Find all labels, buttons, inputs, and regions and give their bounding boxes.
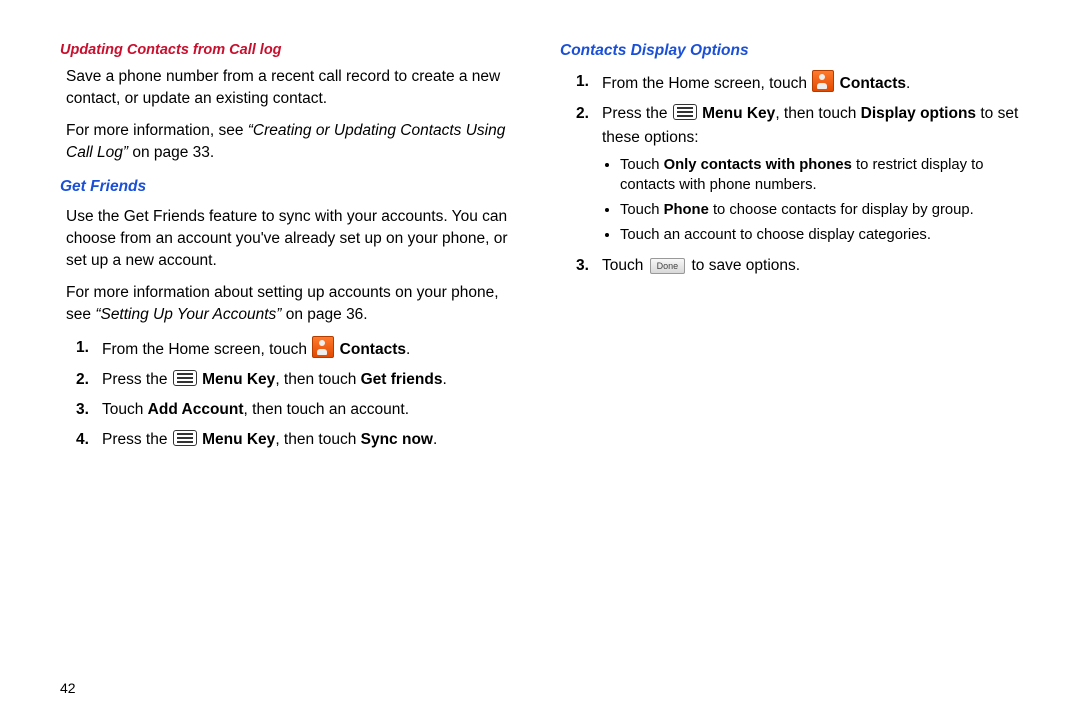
menu-key-label: Menu Key [202,431,275,448]
step: Press the Menu Key, then touch Display o… [576,102,1020,150]
add-account-label: Add Account [148,401,244,418]
phone-label: Phone [664,202,709,218]
text: to save options. [687,257,800,274]
done-button-icon: Done [650,258,686,274]
text: Touch [620,157,664,173]
text: . [406,341,410,358]
text: , then touch an account. [244,401,409,418]
page-number: 42 [60,680,76,696]
contacts-icon [812,70,834,92]
left-column: Updating Contacts from Call log Save a p… [60,42,520,700]
menu-key-icon [173,370,197,386]
para-getfriends-intro: Use the Get Friends feature to sync with… [66,206,520,272]
text: . [906,75,910,92]
text: For more information, see [66,122,248,139]
para-update-intro: Save a phone number from a recent call r… [66,66,520,110]
display-option-bullets: Touch Only contacts with phones to restr… [602,156,1020,246]
bullet: Touch Only contacts with phones to restr… [620,156,1020,196]
text: on page 36. [281,306,367,323]
para-update-ref: For more information, see “Creating or U… [66,120,520,164]
sync-now-label: Sync now [361,431,433,448]
text: Touch [102,401,148,418]
contacts-label: Contacts [340,341,406,358]
text: . [433,431,437,448]
text: Touch [602,257,648,274]
text: , then touch [775,105,860,122]
text: . [442,371,446,388]
contacts-label: Contacts [840,75,906,92]
step: Touch Add Account, then touch an account… [76,398,520,422]
contacts-icon [312,336,334,358]
get-friends-label: Get friends [361,371,443,388]
steps-get-friends: From the Home screen, touch Contacts. Pr… [76,336,520,452]
heading-updating-contacts: Updating Contacts from Call log [60,42,520,58]
step: From the Home screen, touch Contacts. [76,336,520,362]
menu-key-label: Menu Key [702,105,775,122]
text: From the Home screen, touch [602,75,811,92]
bullet: Touch an account to choose display categ… [620,226,1020,246]
only-contacts-phones-label: Only contacts with phones [664,157,852,173]
text: to choose contacts for display by group. [709,202,974,218]
text: Press the [102,431,172,448]
text: Press the [602,105,672,122]
text: , then touch [275,431,360,448]
step: Touch Done to save options. [576,254,1020,278]
ref-link-accounts: “Setting Up Your Accounts” [95,306,281,323]
bullet: Touch Phone to choose contacts for displ… [620,201,1020,221]
steps-display-options-cont: Touch Done to save options. [576,254,1020,278]
text: Touch an account to choose display categ… [620,227,931,243]
para-getfriends-ref: For more information about setting up ac… [66,282,520,326]
step: Press the Menu Key, then touch Get frien… [76,368,520,392]
step: From the Home screen, touch Contacts. [576,70,1020,96]
text: Press the [102,371,172,388]
right-column: Contacts Display Options From the Home s… [560,42,1020,700]
text: Touch [620,202,664,218]
heading-get-friends: Get Friends [60,178,520,196]
step: Press the Menu Key, then touch Sync now. [76,428,520,452]
display-options-label: Display options [861,105,976,122]
menu-key-icon [673,104,697,120]
steps-display-options: From the Home screen, touch Contacts. Pr… [576,70,1020,150]
menu-key-label: Menu Key [202,371,275,388]
manual-page: Updating Contacts from Call log Save a p… [0,0,1080,720]
text: on page 33. [128,144,214,161]
heading-display-options: Contacts Display Options [560,42,1020,60]
menu-key-icon [173,430,197,446]
text: , then touch [275,371,360,388]
text: From the Home screen, touch [102,341,311,358]
